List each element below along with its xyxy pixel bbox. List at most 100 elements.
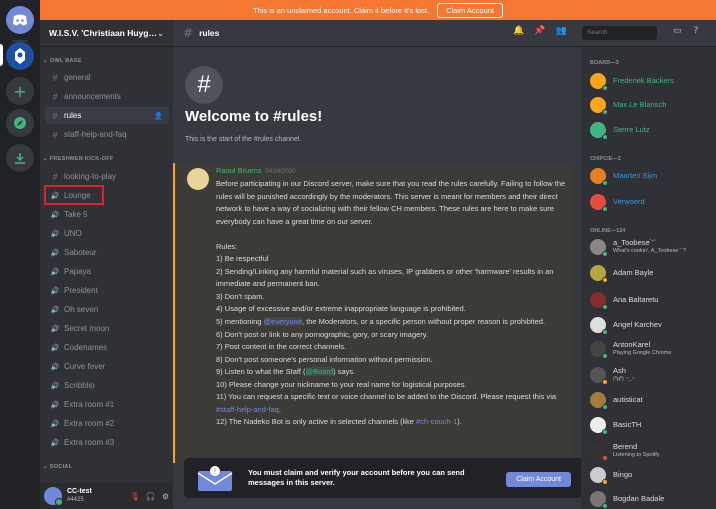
channel-link[interactable]: #staff-help-and-faq: [216, 405, 279, 414]
member-item[interactable]: Ana Baltaretu: [590, 290, 658, 310]
mute-icon[interactable]: 🎙: [130, 492, 140, 501]
member-item[interactable]: Bingo: [590, 465, 632, 485]
member-item[interactable]: Ash (ºдº) ~_~: [590, 365, 635, 385]
voice-channel[interactable]: 🔊 President: [45, 282, 169, 299]
rule-7: 7) Post content in the correct channels.: [216, 342, 347, 352]
voice-channel[interactable]: 🔊 Take 5: [45, 206, 169, 223]
channel-announcements[interactable]: # announcements: [45, 88, 169, 105]
claim-account-button[interactable]: Claim Account: [506, 472, 571, 487]
rule-12: 12) The Nadeko Bot is only active in sel…: [216, 416, 568, 429]
category-social[interactable]: ⌄ SOCIAL: [43, 464, 72, 470]
voice-channel[interactable]: 🔊 Papaya: [45, 263, 169, 280]
member-name: Max Le Blansch: [613, 100, 667, 109]
status-indicator: [602, 134, 608, 140]
member-name: Ana Baltaretu: [613, 295, 659, 304]
rule-8: 8) Don't post someone's personal informa…: [216, 354, 433, 364]
voice-channel[interactable]: 🔊 Extra room #3: [45, 434, 169, 451]
author-name[interactable]: Raoul Bruens: [216, 166, 261, 175]
channel-sidebar: W.I.S.V. 'Christiaan Huyg… ⌄ ⌄ OWL BASE …: [40, 20, 173, 509]
member-item[interactable]: Max Le Blansch: [590, 95, 666, 115]
member-info: BasicTH: [613, 421, 641, 429]
help-icon[interactable]: ?: [694, 26, 699, 36]
home-button[interactable]: [6, 6, 34, 34]
member-item[interactable]: Adam Bayle: [590, 263, 653, 283]
member-name: Bogdan Badale: [613, 494, 665, 503]
channel-label: Oh seven: [64, 305, 99, 314]
channel-label: Extra room #3: [64, 438, 115, 447]
download-apps-icon[interactable]: [6, 144, 34, 172]
member-item[interactable]: AntonKarel Playing Google Chrome: [590, 339, 671, 359]
channel-staff-help[interactable]: # staff-help-and-faq: [45, 126, 169, 143]
voice-channel[interactable]: 🔊 Codenames: [45, 339, 169, 356]
author-avatar[interactable]: [187, 168, 209, 190]
channel-label: Extra room #2: [64, 419, 115, 428]
member-item[interactable]: a_Toobese`'` What's cookin', A_Toobese`'`…: [590, 237, 686, 257]
rule-text: 12) The Nadeko Bot is only active in sel…: [216, 417, 416, 427]
hash-icon: #: [52, 110, 58, 121]
member-category-board: BOARD—3: [590, 60, 619, 66]
member-status-text: (ºдº) ~_~: [613, 376, 635, 382]
member-item[interactable]: Bogdan Badale: [590, 489, 664, 509]
member-item[interactable]: Angel Karchev: [590, 315, 662, 335]
voice-channel[interactable]: 🔊 Secret moon: [45, 320, 169, 337]
rule-5: 5) mentioning @everyone, the Moderators,…: [216, 316, 568, 329]
channel-general[interactable]: # general: [45, 69, 169, 86]
voice-channel[interactable]: 🔊 Extra room #2: [45, 415, 169, 432]
member-info: a_Toobese`'` What's cookin', A_Toobese`'`…: [613, 239, 686, 255]
member-info: Ana Baltaretu: [613, 296, 658, 304]
member-item[interactable]: Frederiek Backers: [590, 71, 674, 91]
server-icon-ch[interactable]: [6, 42, 34, 70]
member-info: Verwoerd: [613, 198, 645, 206]
member-item[interactable]: Sterre Lutz: [590, 120, 650, 140]
pin-icon[interactable]: 📌: [534, 26, 545, 36]
invite-icon[interactable]: 👤: [154, 112, 163, 120]
member-item[interactable]: Berend Listening to Spotify: [590, 441, 659, 461]
hash-icon: #: [52, 91, 58, 102]
banner-claim-button[interactable]: Claim Account: [437, 2, 504, 18]
member-name: Sterre Lutz: [613, 125, 650, 134]
discord-logo-icon: [13, 14, 27, 26]
voice-channel[interactable]: 🔊 UNO: [45, 225, 169, 242]
member-info: Max Le Blansch: [613, 101, 666, 109]
mention-board[interactable]: @Board: [305, 367, 334, 377]
member-item[interactable]: autisticat: [590, 390, 643, 410]
member-list-icon[interactable]: 👥: [555, 26, 566, 36]
rule-9: 9) Listen to what the Staff (@Board) say…: [216, 366, 568, 379]
channel-rules[interactable]: # rules 👤: [45, 107, 169, 124]
category-owl-base[interactable]: ⌄ OWL BASE: [43, 58, 82, 64]
member-avatar: [590, 341, 608, 359]
member-info: Angel Karchev: [613, 321, 662, 329]
add-server-icon[interactable]: +: [6, 77, 34, 105]
mention-everyone[interactable]: @everyone: [263, 317, 302, 327]
voice-channel[interactable]: 🔊 Oh seven: [45, 301, 169, 318]
voice-channel[interactable]: 🔊 Saboteur: [45, 244, 169, 261]
user-avatar[interactable]: [44, 487, 63, 506]
welcome-title: Welcome to #rules!: [185, 108, 323, 125]
voice-channel[interactable]: 🔊 Scribblio: [45, 377, 169, 394]
explore-servers-icon[interactable]: [6, 109, 34, 137]
member-item[interactable]: Maarten Sijm: [590, 166, 657, 186]
member-item[interactable]: BasicTH: [590, 415, 641, 435]
unclaimed-account-banner: This is an unclaimed account. Claim it b…: [40, 0, 716, 20]
category-freshmen[interactable]: ⌄ FRESHMEN KICK-OFF: [43, 156, 114, 162]
user-info[interactable]: CC-test #4425: [67, 488, 92, 504]
server-header[interactable]: W.I.S.V. 'Christiaan Huyg… ⌄: [40, 20, 173, 47]
speaker-icon: 🔊: [50, 249, 60, 257]
member-item[interactable]: Verwoerd: [590, 192, 645, 212]
headphones-icon[interactable]: 🎧: [146, 492, 156, 501]
rule-2: 2) Sending/Linking any harmful material …: [216, 266, 554, 289]
rule-4: 4) Usage of excessive and/or extreme ina…: [216, 304, 466, 314]
member-avatar: [590, 491, 608, 509]
hash-icon: #: [52, 129, 58, 140]
channel-looking-to-play[interactable]: # looking-to-play: [45, 168, 169, 185]
notification-bell-icon[interactable]: 🔔: [513, 26, 524, 36]
channel-label: Secret moon: [64, 324, 110, 333]
voice-channel[interactable]: 🔊 Curve fever: [45, 358, 169, 375]
member-info: Frederiek Backers: [613, 77, 674, 85]
settings-gear-icon[interactable]: ⚙: [162, 492, 169, 501]
rule-3: 3) Don't spam.: [216, 291, 265, 301]
voice-channel[interactable]: 🔊 Extra room #1: [45, 396, 169, 413]
inbox-icon[interactable]: ▭: [673, 26, 682, 36]
search-input[interactable]: Search: [582, 26, 657, 40]
channel-link[interactable]: #ch-couch-1: [416, 417, 457, 426]
